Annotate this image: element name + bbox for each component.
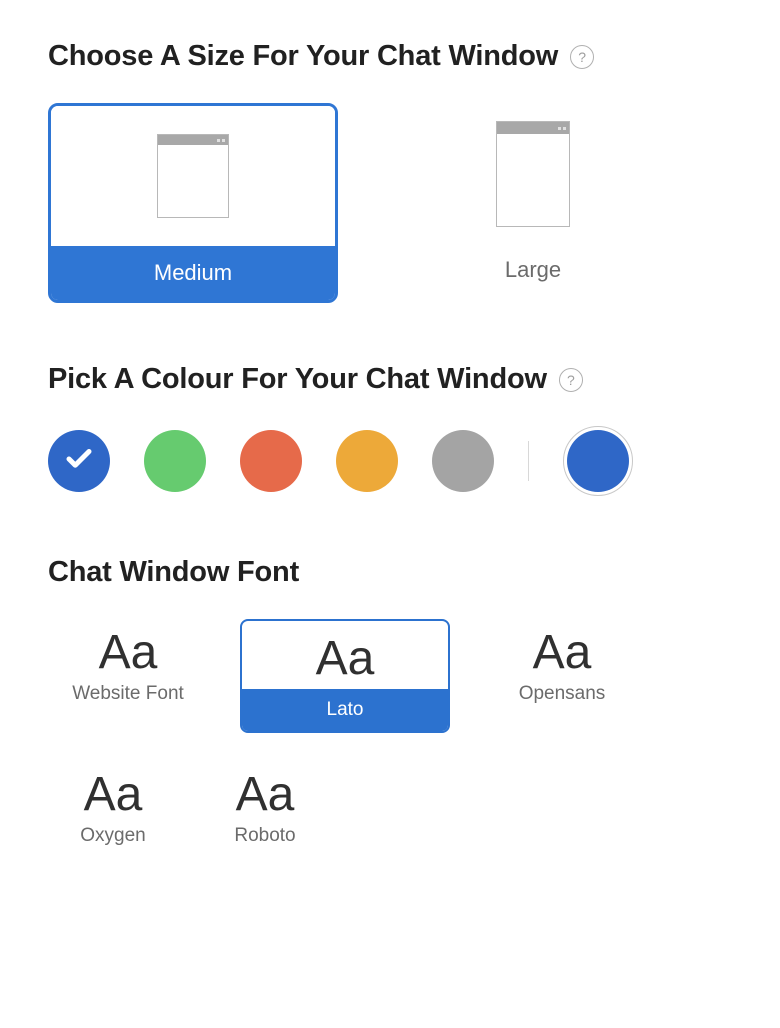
colour-swatch-amber[interactable] xyxy=(336,430,398,492)
colour-section: Pick A Colour For Your Chat Window ? xyxy=(48,363,732,496)
size-option-medium[interactable]: Medium xyxy=(48,103,338,303)
size-options: Medium Large xyxy=(48,103,732,303)
size-option-large[interactable]: Large xyxy=(468,103,598,283)
size-section-header: Choose A Size For Your Chat Window ? xyxy=(48,40,732,73)
help-icon[interactable]: ? xyxy=(559,368,583,392)
colour-swatch-row xyxy=(48,426,732,496)
font-option-website-font[interactable]: Aa Website Font xyxy=(58,619,198,733)
colour-swatch-custom[interactable] xyxy=(563,426,633,496)
help-icon[interactable]: ? xyxy=(570,45,594,69)
font-grid: Aa Website Font Aa Lato Aa Opensans Aa O… xyxy=(48,619,732,847)
font-sample: Aa xyxy=(84,761,143,823)
font-option-roboto[interactable]: Aa Roboto xyxy=(210,761,320,847)
divider xyxy=(528,441,529,481)
size-label: Medium xyxy=(51,246,335,300)
size-section: Choose A Size For Your Chat Window ? Med… xyxy=(48,40,732,303)
font-section-title: Chat Window Font xyxy=(48,556,299,589)
check-icon xyxy=(64,444,94,479)
font-sample: Aa xyxy=(316,621,375,689)
colour-swatch-grey[interactable] xyxy=(432,430,494,492)
colour-section-title: Pick A Colour For Your Chat Window xyxy=(48,363,547,396)
font-option-opensans[interactable]: Aa Opensans xyxy=(492,619,632,733)
font-label: Roboto xyxy=(234,823,295,847)
size-section-title: Choose A Size For Your Chat Window xyxy=(48,40,558,73)
colour-swatch-green[interactable] xyxy=(144,430,206,492)
font-sample: Aa xyxy=(236,761,295,823)
colour-swatch-orange[interactable] xyxy=(240,430,302,492)
font-option-lato[interactable]: Aa Lato xyxy=(240,619,450,733)
font-label: Oxygen xyxy=(80,823,145,847)
colour-swatch-blue[interactable] xyxy=(48,430,110,492)
colour-swatch-custom-inner xyxy=(567,430,629,492)
font-sample: Aa xyxy=(99,619,158,681)
font-option-oxygen[interactable]: Aa Oxygen xyxy=(58,761,168,847)
window-icon xyxy=(157,134,229,218)
window-icon xyxy=(496,121,570,227)
font-sample: Aa xyxy=(533,619,592,681)
font-section: Chat Window Font Aa Website Font Aa Lato… xyxy=(48,556,732,847)
font-section-header: Chat Window Font xyxy=(48,556,732,589)
size-preview-large xyxy=(468,103,598,245)
size-preview-medium xyxy=(51,106,335,246)
colour-section-header: Pick A Colour For Your Chat Window ? xyxy=(48,363,732,396)
font-label: Opensans xyxy=(519,681,606,705)
size-label: Large xyxy=(468,245,598,283)
font-label: Lato xyxy=(242,689,448,731)
font-label: Website Font xyxy=(72,681,184,705)
